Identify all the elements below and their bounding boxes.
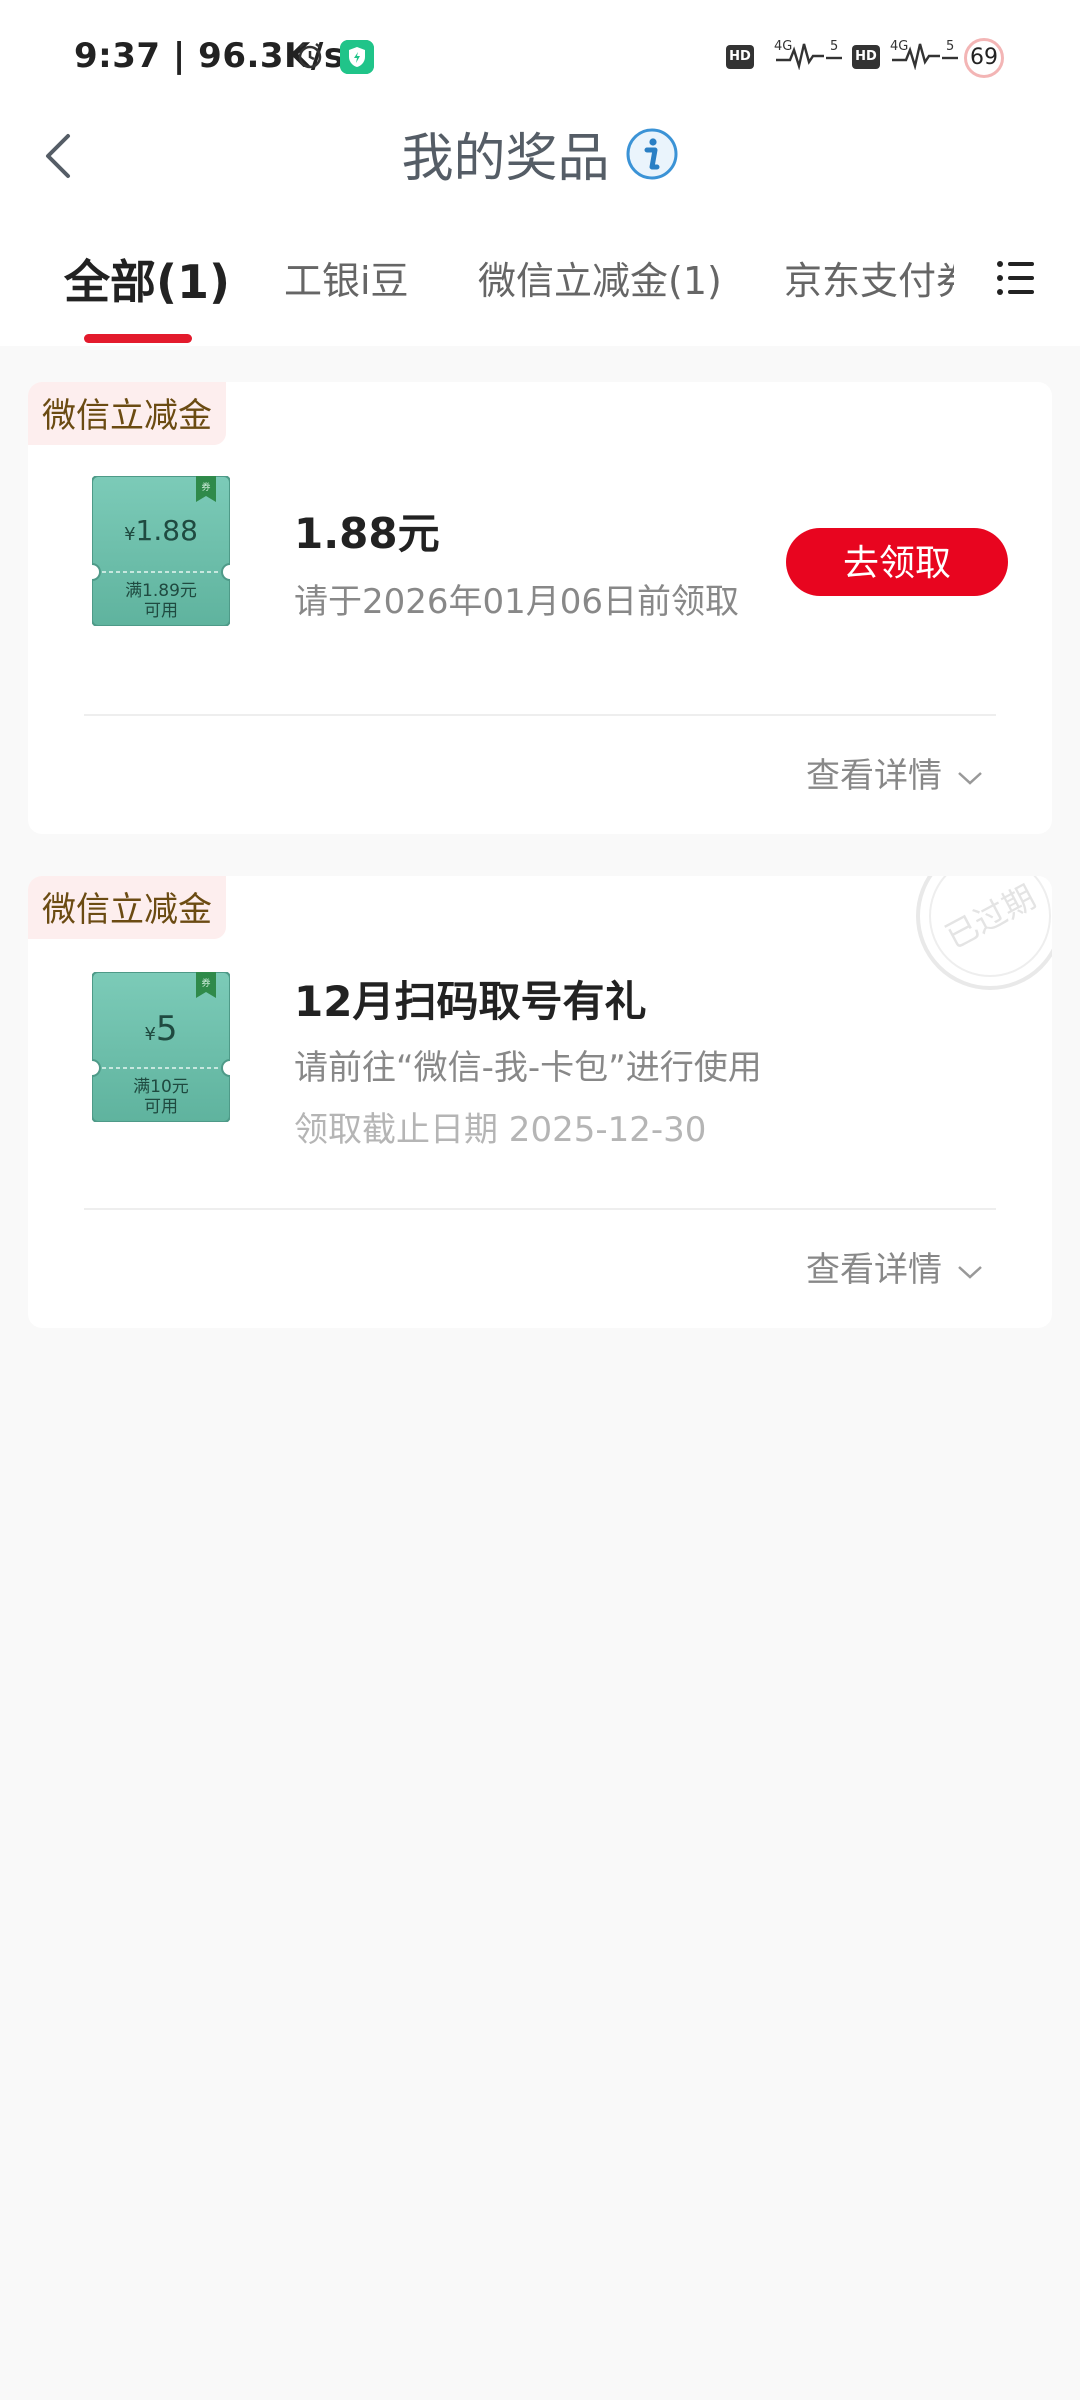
svg-text:券: 券 [201, 977, 210, 989]
svg-text:可用: 可用 [144, 601, 178, 621]
svg-text:满10元: 满10元 [133, 1077, 189, 1097]
active-tab-indicator [84, 334, 192, 343]
tab-all[interactable]: 全部(1) [64, 246, 230, 312]
svg-text:¥1.88: ¥1.88 [124, 514, 198, 547]
prize-title: 12月扫码取号有礼 [294, 977, 647, 1026]
divider [84, 714, 996, 716]
tab-wechat-discount[interactable]: 微信立减金(1) [478, 250, 722, 305]
prize-card[interactable]: 微信立减金 券 ¥1.88 满1.89元 可用 1.88元 请于2026年01月… [28, 382, 1052, 834]
svg-text:可用: 可用 [144, 1097, 178, 1117]
hd-icon: HD [852, 45, 880, 69]
prize-type-badge: 微信立减金 [28, 876, 226, 939]
prize-subtitle: 请于2026年01月06日前领取 [294, 582, 740, 622]
prize-subtitle: 请前往“微信-我-卡包”进行使用 [294, 1048, 762, 1088]
tab-jd-pay-clip: 京东支付券 [784, 250, 954, 310]
tab-jd-pay[interactable]: 京东支付券 [784, 250, 954, 305]
shield-icon [340, 40, 374, 74]
claim-button[interactable]: 去领取 [786, 528, 1008, 596]
svg-text:4G: 4G [890, 39, 908, 54]
hd-icon: HD [726, 45, 754, 69]
prize-deadline: 领取截止日期 2025-12-30 [294, 1110, 707, 1150]
status-bar: 9:37 | 96.3K/s HD 4G 5 HD 4G 5 69 [0, 0, 1080, 110]
coupon-ticket-icon: 券 ¥5 满10元 可用 [92, 972, 230, 1122]
view-details-button[interactable]: 查看详情 [806, 1242, 984, 1291]
prize-title: 1.88元 [294, 509, 440, 558]
expired-stamp: 已过期 [916, 876, 1052, 990]
tab-icbc-beans[interactable]: 工银i豆 [284, 250, 409, 305]
svg-text:5: 5 [946, 39, 954, 54]
view-details-button[interactable]: 查看详情 [806, 748, 984, 797]
chevron-down-icon [958, 1265, 982, 1279]
info-icon[interactable] [625, 127, 679, 181]
view-details-label: 查看详情 [806, 1250, 942, 1290]
prize-type-badge: 微信立减金 [28, 382, 226, 445]
chevron-down-icon [958, 771, 982, 785]
battery-indicator: 69 [964, 38, 1004, 78]
svg-text:券: 券 [201, 481, 210, 493]
signal-icon: 4G 5 [774, 39, 842, 70]
net-label-1: 4G [774, 39, 792, 54]
svg-text:5: 5 [830, 39, 838, 54]
divider [84, 1208, 996, 1210]
prize-card[interactable]: 微信立减金 已过期 券 ¥5 满10元 可用 12月扫码取号有礼 请前往“微信-… [28, 876, 1052, 1328]
alarm-icon [298, 43, 322, 69]
page-title: 我的奖品 [401, 129, 610, 189]
coupon-ticket-icon: 券 ¥1.88 满1.89元 可用 [92, 476, 230, 626]
view-details-label: 查看详情 [806, 756, 942, 796]
svg-text:满1.89元: 满1.89元 [125, 581, 197, 601]
svg-text:已过期: 已过期 [939, 878, 1042, 957]
page-header: 我的奖品 [0, 116, 1080, 191]
list-menu-icon[interactable] [996, 258, 1036, 298]
signal-icon: 4G 5 [890, 39, 958, 70]
